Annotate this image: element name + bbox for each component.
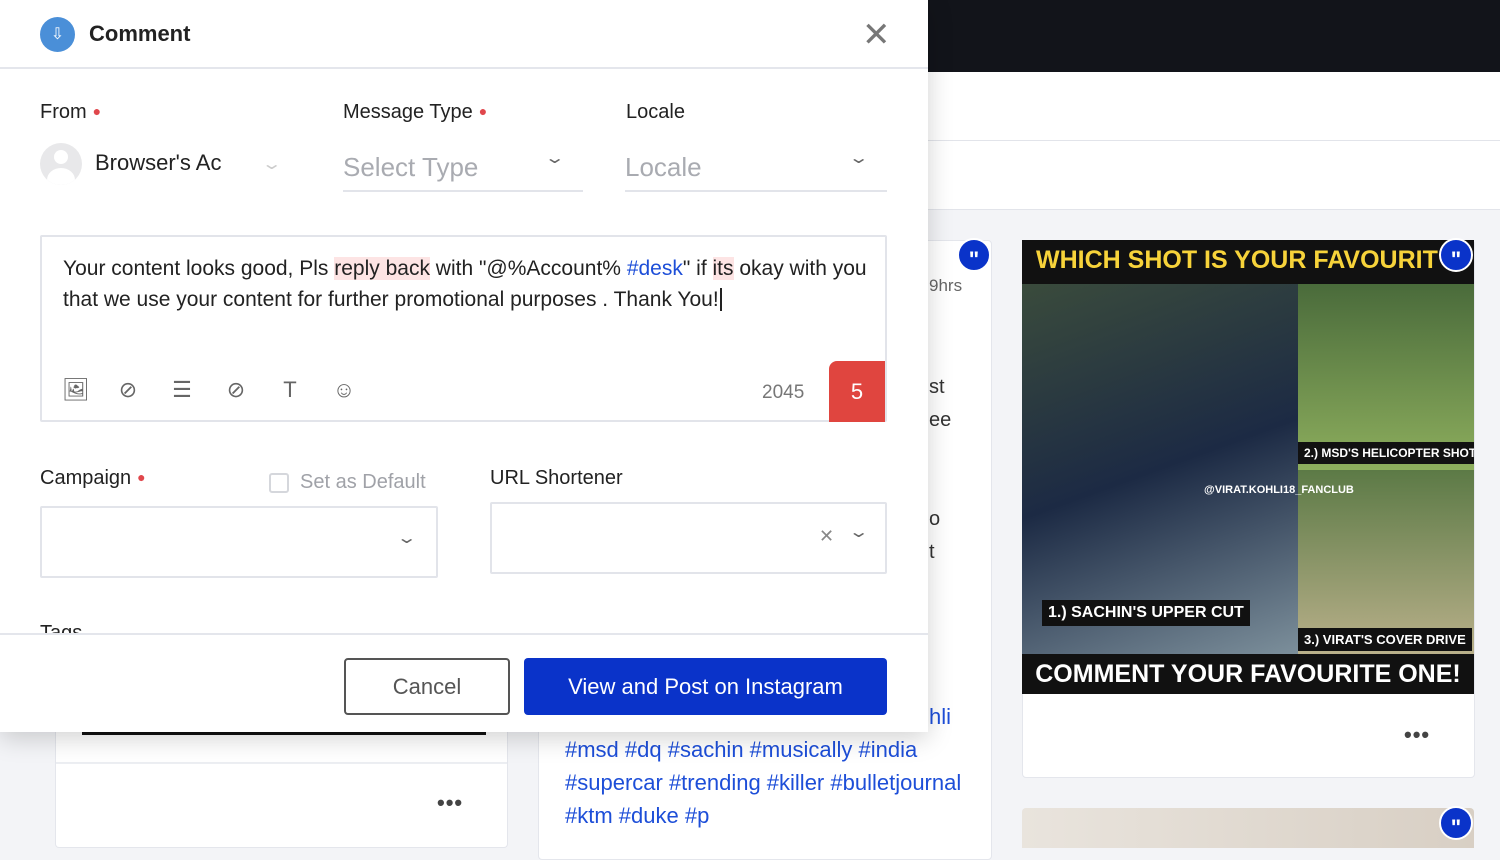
emoji-icon[interactable]: ☺ <box>332 377 356 403</box>
chevron-down-icon: ⌄ <box>260 156 283 173</box>
chevron-down-icon: ⌄ <box>847 524 870 541</box>
set-default-label: Set as Default <box>300 471 426 493</box>
char-count: 2045 <box>762 382 805 403</box>
partial-text: st <box>929 376 945 398</box>
campaign-select[interactable]: ⌄ <box>40 506 438 578</box>
url-shortener-select[interactable]: ✕ ⌄ <box>490 502 887 574</box>
from-label: From ● <box>40 101 102 123</box>
link-icon[interactable]: ⊘ <box>116 377 140 403</box>
more-options-icon[interactable]: ••• <box>437 790 463 816</box>
text-format-icon[interactable]: T <box>278 377 302 403</box>
post-image[interactable]: WHICH SHOT IS YOUR FAVOURIT 2.) MSD'S HE… <box>1022 240 1474 694</box>
modal-footer: Cancel View and Post on Instagram <box>0 633 928 732</box>
from-value: Browser's Ac <box>95 150 222 175</box>
poster-title: WHICH SHOT IS YOUR FAVOURIT <box>1022 240 1474 284</box>
comment-modal: ⇩ Comment ✕ From ● Browser's Ac ⌄ Message… <box>0 0 928 732</box>
view-and-post-button[interactable]: View and Post on Instagram <box>524 658 887 715</box>
avatar <box>40 143 82 185</box>
poster-label: 2.) MSD'S HELICOPTER SHOT <box>1298 442 1474 464</box>
post-time: 9hrs <box>929 276 963 295</box>
chevron-down-icon: ⌄ <box>543 150 566 167</box>
poster-bottom-text: COMMENT YOUR FAVOURITE ONE! <box>1022 654 1474 694</box>
more-options-icon[interactable]: ••• <box>1404 722 1430 748</box>
quote-icon[interactable]: " <box>1439 238 1473 272</box>
message-type-select[interactable]: Select Type ⌄ <box>343 142 583 192</box>
chevron-down-icon: ⌄ <box>847 150 870 167</box>
comment-text[interactable]: Your content looks good, Pls reply back … <box>63 253 873 315</box>
template-icon[interactable]: ☰ <box>170 377 194 403</box>
locale-placeholder: Locale <box>625 152 702 182</box>
divider <box>82 732 486 735</box>
message-type-label: Message Type ● <box>343 101 488 123</box>
poster-handle: @VIRAT.KOHLI18_FANCLUB <box>1204 484 1354 496</box>
close-icon[interactable]: ✕ <box>862 18 891 52</box>
cloud-icon: ⇩ <box>40 17 75 52</box>
comment-editor[interactable]: Your content looks good, Pls reply back … <box>40 235 887 422</box>
quote-icon[interactable]: " <box>1439 806 1473 840</box>
modal-title: Comment <box>89 21 191 46</box>
issue-badge[interactable]: 5 <box>829 361 885 422</box>
cancel-button[interactable]: Cancel <box>344 658 510 715</box>
chevron-down-icon: ⌄ <box>395 530 418 547</box>
message-type-placeholder: Select Type <box>343 152 479 182</box>
post-image[interactable] <box>1022 808 1474 848</box>
image-icon[interactable]: 🖼 <box>62 377 90 403</box>
modal-header: ⇩ Comment ✕ <box>0 0 928 69</box>
partial-text: t <box>929 541 935 563</box>
tags-label: Tags <box>40 622 83 633</box>
set-default-checkbox[interactable] <box>269 473 289 493</box>
partial-text: o <box>929 508 941 530</box>
partial-text: ee <box>929 409 952 431</box>
hashtag-partial[interactable]: hli <box>929 704 951 730</box>
locale-label: Locale <box>626 101 685 123</box>
editor-toolbar: 🖼 ⊘ ☰ ⊘ T ☺ <box>62 377 356 403</box>
link-icon[interactable]: ⊘ <box>224 377 248 403</box>
url-shortener-label: URL Shortener <box>490 467 623 489</box>
locale-select[interactable]: Locale ⌄ <box>625 142 887 192</box>
post-hashtags[interactable]: #msd #dq #sachin #musically #india #supe… <box>565 733 965 832</box>
campaign-label: Campaign ● <box>40 467 146 489</box>
quote-icon[interactable]: " <box>957 238 991 272</box>
poster-label: 3.) VIRAT'S COVER DRIVE <box>1298 628 1472 651</box>
clear-icon[interactable]: ✕ <box>819 526 834 547</box>
poster-label: 1.) SACHIN'S UPPER CUT <box>1042 600 1250 626</box>
from-select[interactable]: Browser's Ac ⌄ <box>95 150 290 180</box>
